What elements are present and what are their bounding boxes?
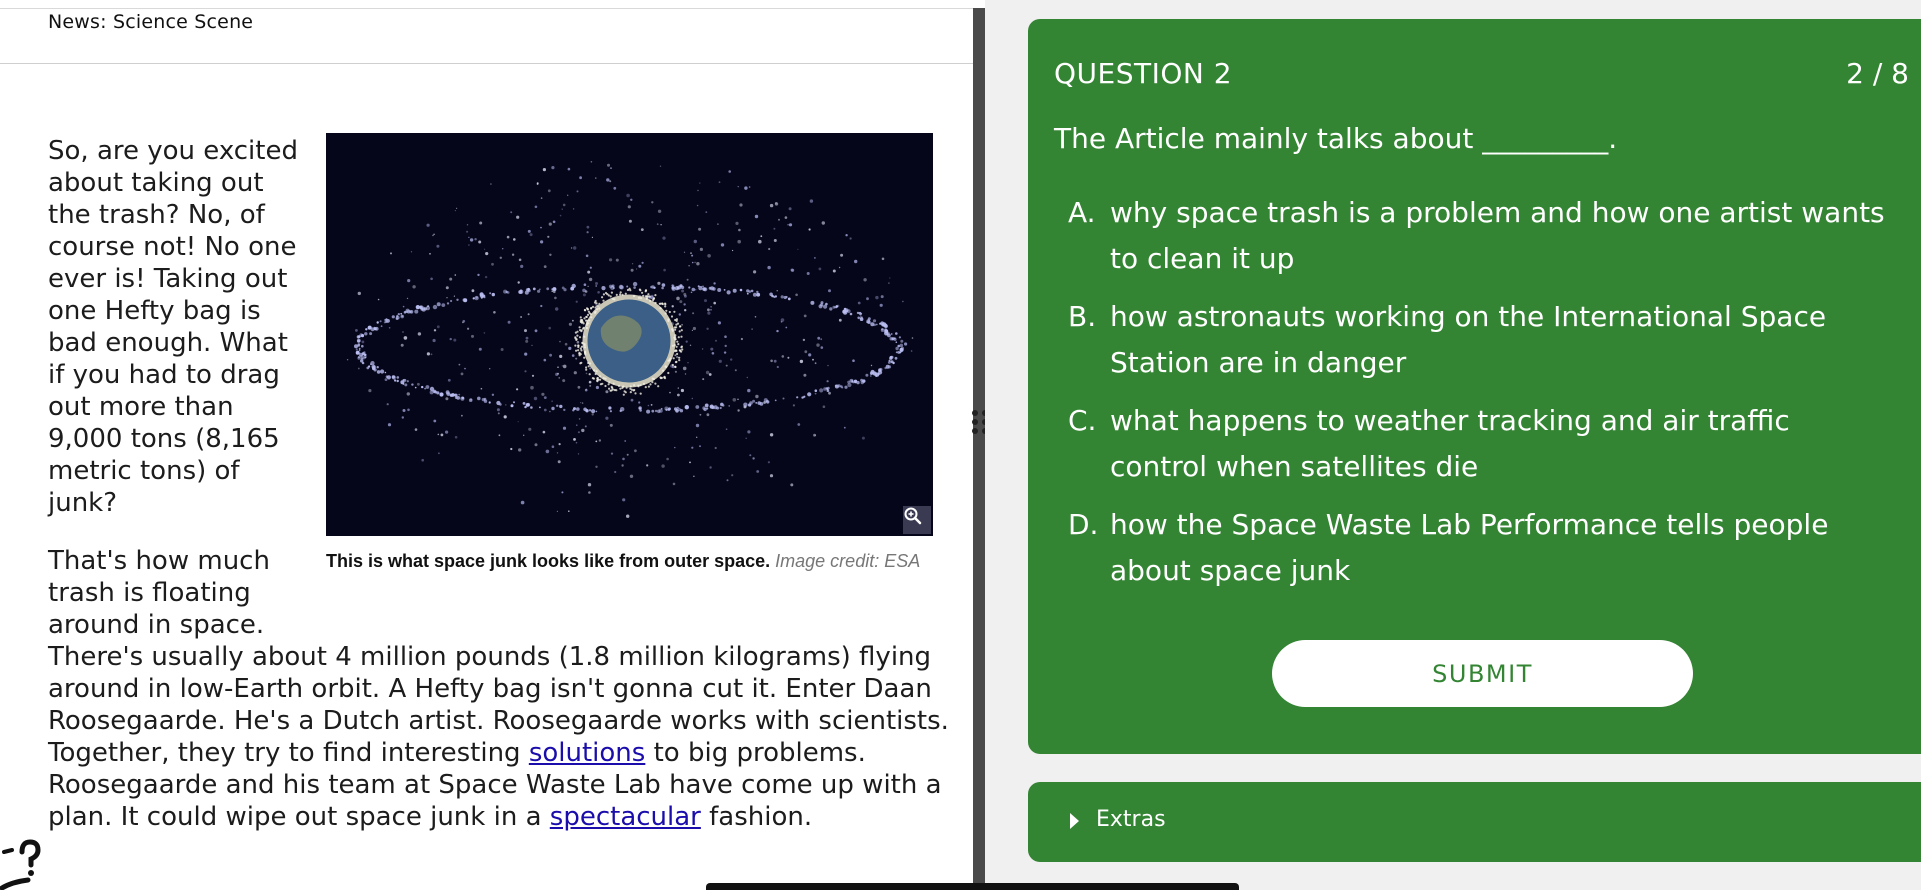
figure-caption-text: This is what space junk looks like from … — [326, 551, 771, 571]
link-solutions[interactable]: solutions — [529, 738, 646, 768]
article-pane: News: Science Scene So, are you excited … — [0, 0, 973, 890]
question-prompt: The Article mainly talks about _________… — [1054, 122, 1618, 155]
option-letter: D. — [1068, 508, 1099, 541]
article-paragraph-2: That's how much trash is floating around… — [48, 546, 270, 640]
option-letter: C. — [1068, 404, 1097, 437]
answer-option-d[interactable]: D. how the Space Waste Lab Performance te… — [1068, 502, 1888, 594]
link-spectacular[interactable]: spectacular — [550, 802, 701, 832]
option-text: what happens to weather tracking and air… — [1110, 404, 1790, 483]
extras-toggle[interactable]: Extras — [1028, 782, 1921, 862]
option-text: how astronauts working on the Internatio… — [1110, 300, 1827, 379]
article-paragraph-1: So, are you excited about taking out the… — [48, 136, 298, 518]
article-figure-image[interactable] — [326, 133, 933, 536]
answer-options: A. why space trash is a problem and how o… — [1068, 190, 1888, 606]
submit-button[interactable]: SUBMIT — [1272, 640, 1693, 707]
quiz-pane: QUESTION 2 2 / 8 The Article mainly talk… — [985, 0, 1921, 890]
figure-image-credit: Image credit: ESA — [775, 551, 921, 571]
space-junk-illustration — [346, 161, 914, 518]
option-letter: B. — [1068, 300, 1097, 333]
pane-divider[interactable] — [973, 8, 985, 890]
zoom-in-icon[interactable] — [903, 506, 931, 534]
option-text: why space trash is a problem and how one… — [1110, 196, 1885, 275]
extras-label: Extras — [1096, 807, 1166, 832]
header-divider-line — [0, 63, 973, 64]
option-letter: A. — [1068, 196, 1096, 229]
top-divider-line — [0, 8, 973, 9]
article-source-label: News: Science Scene — [48, 11, 254, 33]
question-number: QUESTION 2 — [1054, 57, 1233, 90]
answer-option-c[interactable]: C. what happens to weather tracking and a… — [1068, 398, 1888, 490]
answer-option-a[interactable]: A. why space trash is a problem and how o… — [1068, 190, 1888, 282]
caret-right-icon — [1070, 813, 1079, 829]
option-text: how the Space Waste Lab Performance tell… — [1110, 508, 1829, 587]
question-progress: 2 / 8 — [1846, 57, 1909, 90]
question-card: QUESTION 2 2 / 8 The Article mainly talk… — [1028, 19, 1921, 754]
answer-option-b[interactable]: B. how astronauts working on the Internat… — [1068, 294, 1888, 386]
article-paragraph-3: There's usually about 4 million pounds (… — [48, 641, 953, 833]
help-mascot-icon[interactable] — [0, 830, 42, 890]
figure-caption: This is what space junk looks like from … — [326, 545, 926, 577]
horizontal-scrollbar[interactable] — [706, 883, 1239, 890]
paragraph-text: fashion. — [700, 802, 813, 832]
